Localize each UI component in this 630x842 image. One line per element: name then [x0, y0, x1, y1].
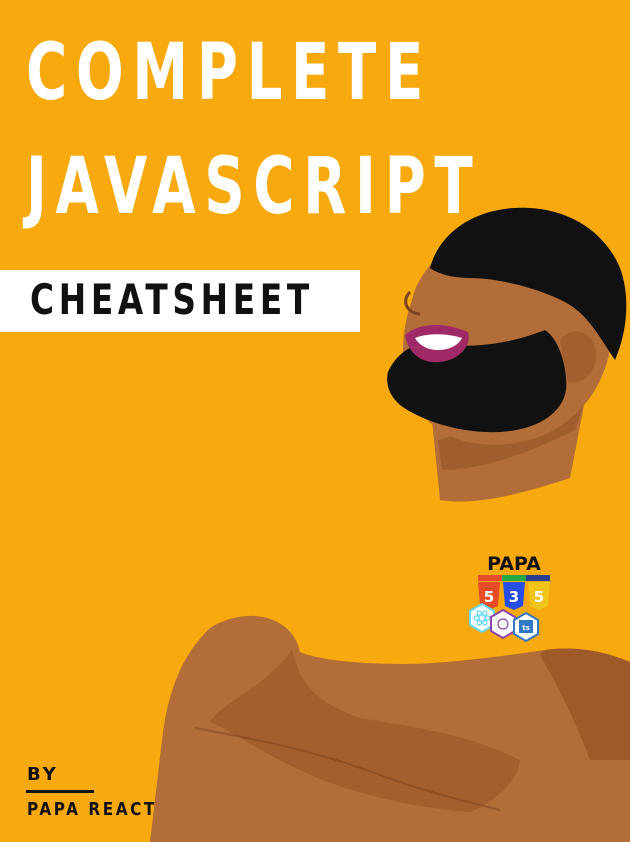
badge-label: PAPA [487, 553, 541, 575]
divider [26, 790, 94, 793]
svg-text:ts: ts [522, 624, 530, 632]
by-label: BY [27, 764, 59, 785]
svg-text:3: 3 [509, 588, 519, 606]
webpack-icon [490, 608, 516, 640]
papa-badge: PAPA 5 3 5 ts [469, 553, 550, 643]
svg-text:5: 5 [534, 588, 544, 606]
js-icon: 5 [528, 582, 550, 610]
svg-text:5: 5 [484, 588, 494, 606]
author-name: PAPA REACT [27, 799, 157, 820]
typescript-icon: ts [513, 611, 539, 643]
css3-icon: 3 [503, 582, 525, 610]
cover-page: COMPLETE JAVASCRIPT CHEATSHEET PAPA 5 3 … [0, 0, 630, 842]
